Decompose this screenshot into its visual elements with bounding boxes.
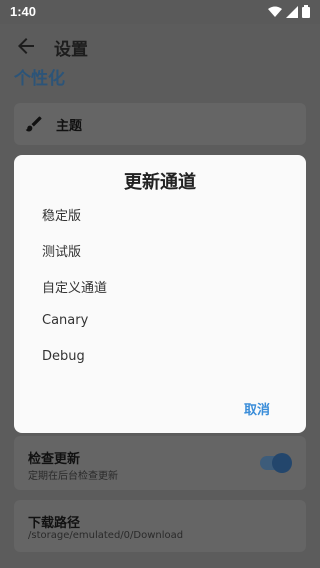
option-debug[interactable]: Debug [42, 349, 85, 364]
download-path-title: 下载路径 [28, 516, 81, 531]
status-time: 1:40 [10, 4, 37, 19]
check-update-title: 检查更新 [28, 452, 81, 467]
signal-icon [286, 5, 298, 18]
update-channel-dialog: 更新通道 稳定版 测试版 自定义通道 Canary Debug 取消 [14, 155, 306, 433]
check-update-subtitle: 定期在后台检查更新 [28, 471, 118, 482]
dialog-title: 更新通道 [124, 172, 196, 193]
option-custom-channel[interactable]: 自定义通道 [42, 277, 107, 296]
status-bar: 1:40 [0, 0, 320, 24]
battery-icon [302, 5, 310, 18]
arrow-left-icon[interactable] [14, 34, 38, 58]
download-path-item[interactable]: 下载路径 /storage/emulated/0/Download [14, 500, 306, 552]
theme-label: 主题 [56, 119, 83, 134]
brush-icon [25, 116, 42, 132]
page-title: 设置 [54, 40, 88, 60]
toggle-knob [272, 453, 292, 473]
app-bar: 设置 [0, 24, 320, 68]
theme-item[interactable]: 主题 [14, 103, 306, 145]
auto-update-toggle[interactable] [260, 453, 292, 473]
check-update-item[interactable]: 检查更新 定期在后台检查更新 [14, 436, 306, 490]
option-beta[interactable]: 测试版 [42, 241, 81, 260]
cancel-button[interactable]: 取消 [244, 399, 270, 418]
status-icons [268, 5, 310, 18]
option-stable[interactable]: 稳定版 [42, 205, 81, 224]
wifi-icon [268, 6, 282, 17]
option-canary[interactable]: Canary [42, 313, 88, 328]
download-path-value: /storage/emulated/0/Download [28, 530, 184, 541]
section-title: 个性化 [14, 69, 65, 89]
